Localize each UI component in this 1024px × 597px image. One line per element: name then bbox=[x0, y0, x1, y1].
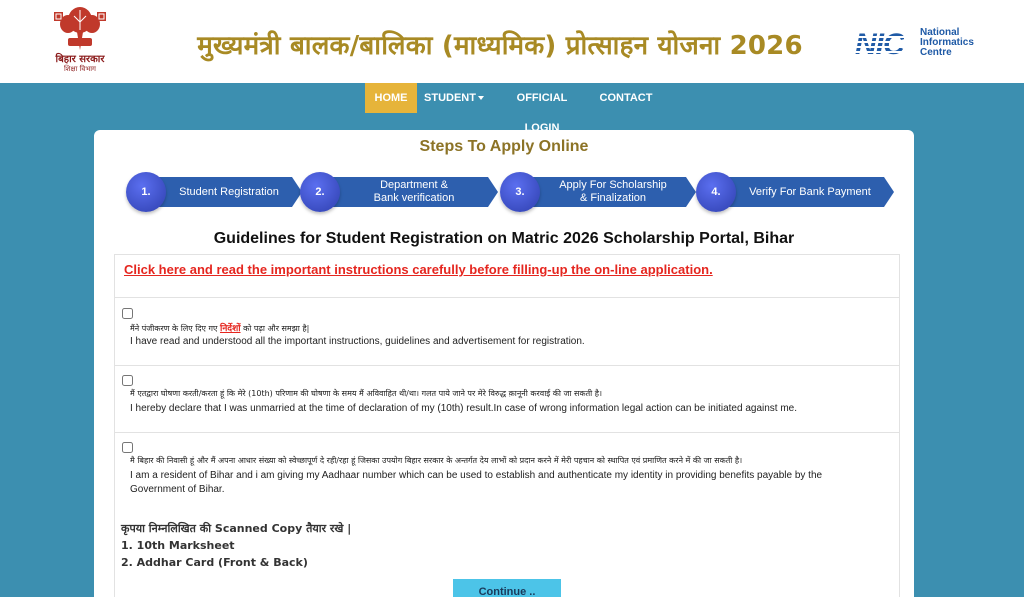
declaration-2-checkbox[interactable] bbox=[122, 375, 133, 386]
main-nav: HOME STUDENT OFFICIAL LOGIN CONTACT bbox=[0, 83, 1024, 134]
instructions-link[interactable]: Click here and read the important instru… bbox=[124, 262, 713, 277]
steps-title: Steps To Apply Online bbox=[419, 138, 589, 155]
logo-text-shiksha-vibhag: शिक्षा विभाग bbox=[63, 65, 96, 73]
nav-contact-label: CONTACT bbox=[599, 92, 653, 104]
step-4: Verify For Bank Payment 4. bbox=[696, 172, 896, 212]
declaration-3-checkbox[interactable] bbox=[122, 442, 133, 453]
step-3-label-line1: Apply For Scholarship bbox=[559, 179, 667, 191]
continue-button[interactable]: Continue .. bbox=[453, 579, 561, 597]
declaration-1-hindi-pre: मैंने पंजीकरण के लिए दिए गए bbox=[130, 324, 220, 333]
step-4-arrow: Verify For Bank Payment bbox=[726, 177, 894, 207]
main-card: Steps To Apply Online Student Registrati… bbox=[94, 130, 914, 597]
nav-login-label: OFFICIAL LOGIN bbox=[516, 92, 568, 134]
step-1-number: 1. bbox=[126, 172, 166, 212]
step-2-label-line2: Bank verification bbox=[373, 192, 455, 204]
step-3: Apply For Scholarship & Finalization 3. bbox=[500, 172, 698, 212]
nic-line-3: Centre bbox=[920, 47, 952, 58]
step-2-arrow: Department & Bank verification bbox=[330, 177, 498, 207]
step-2-label-line1: Department & bbox=[380, 179, 448, 191]
required-documents: कृपया निम्नलिखित की Scanned Copy तैयार र… bbox=[121, 520, 351, 571]
site-header: बिहार सरकार शिक्षा विभाग मुख्यमंत्री बाल… bbox=[0, 0, 1024, 83]
declaration-2-hindi: मैं एतद्वारा घोषणा करती/करता हूं कि मेरे… bbox=[130, 389, 603, 398]
declaration-1-checkbox[interactable] bbox=[122, 308, 133, 319]
guidelines-title: Guidelines for Student Registration on M… bbox=[213, 230, 795, 247]
nic-mark: NIC bbox=[855, 28, 905, 61]
logo-text-bihar-sarkar: बिहार सरकार bbox=[55, 54, 105, 65]
step-4-number: 4. bbox=[696, 172, 736, 212]
step-2: Department & Bank verification 2. bbox=[300, 172, 500, 212]
declaration-1-hindi: मैंने पंजीकरण के लिए दिए गए निर्देशों को… bbox=[130, 321, 309, 334]
step-3-arrow: Apply For Scholarship & Finalization bbox=[530, 177, 696, 207]
step-1: Student Registration 1. bbox=[126, 172, 302, 212]
nav-student-label: STUDENT bbox=[424, 92, 476, 104]
page-title: मुख्यमंत्री बालक/बालिका (माध्यमिक) प्रोत… bbox=[197, 31, 803, 61]
step-3-number: 3. bbox=[500, 172, 540, 212]
nirdesh-link[interactable]: निर्देशों bbox=[220, 324, 241, 334]
declaration-3: मै बिहार की निवासी हूं और मैं अपना आधार … bbox=[114, 432, 900, 512]
bihar-govt-logo: बिहार सरकार शिक्षा विभाग bbox=[44, 2, 116, 80]
step-1-label: Student Registration bbox=[179, 185, 279, 198]
step-3-label-line2: & Finalization bbox=[579, 192, 647, 204]
nav-official-login[interactable]: OFFICIAL LOGIN bbox=[498, 83, 586, 134]
nav-contact[interactable]: CONTACT bbox=[598, 83, 654, 113]
nav-home[interactable]: HOME bbox=[365, 83, 417, 113]
nav-home-label: HOME bbox=[374, 92, 408, 104]
declaration-2-english: I hereby declare that I was unmarried at… bbox=[130, 403, 798, 414]
documents-heading: कृपया निम्नलिखित की Scanned Copy तैयार र… bbox=[121, 522, 352, 535]
bodhi-tree-emblem-icon bbox=[54, 7, 106, 50]
declaration-3-english: I am a resident of Bihar and i am giving… bbox=[130, 470, 823, 495]
declaration-3-hindi: मै बिहार की निवासी हूं और मैं अपना आधार … bbox=[130, 456, 743, 465]
declaration-1: मैंने पंजीकरण के लिए दिए गए निर्देशों को… bbox=[114, 297, 900, 365]
declaration-1-english: I have read and understood all the impor… bbox=[130, 336, 585, 347]
declaration-2: मैं एतद्वारा घोषणा करती/करता हूं कि मेरे… bbox=[114, 365, 900, 432]
nic-logo-text: National Informatics Centre bbox=[920, 28, 974, 58]
step-2-number: 2. bbox=[300, 172, 340, 212]
step-1-arrow: Student Registration bbox=[156, 177, 302, 207]
nav-student-dropdown[interactable]: STUDENT bbox=[423, 83, 485, 113]
step-4-label: Verify For Bank Payment bbox=[749, 185, 871, 198]
document-item: 1. 10th Marksheet bbox=[121, 539, 235, 552]
document-item: 2. Addhar Card (Front & Back) bbox=[121, 556, 308, 569]
declaration-1-hindi-post: को पढ़ा और समझा है| bbox=[240, 324, 310, 333]
caret-down-icon bbox=[477, 96, 484, 101]
